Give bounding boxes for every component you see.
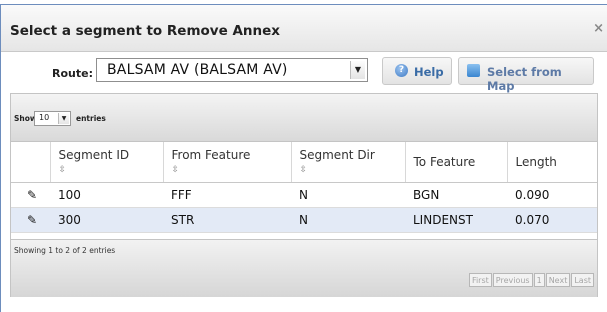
cell-length: 0.070: [507, 207, 597, 233]
pagination-last-button[interactable]: Last: [571, 273, 594, 287]
table-footer: Showing 1 to 2 of 2 entries First Previou…: [11, 239, 597, 297]
sort-icon[interactable]: ⇳: [172, 165, 291, 175]
cell-segment-id: 300: [50, 207, 163, 233]
column-header-edit: [11, 142, 51, 183]
entries-label: entries: [76, 114, 106, 123]
table-row[interactable]: ✎ 100 FFF N BGN 0.090: [11, 182, 597, 208]
segments-table: Segment ID ⇳ From Feature ⇳ Segment Dir ⇳ T…: [11, 142, 597, 233]
segments-table-container: Show 10 ▼ entries Segment ID ⇳ From Featu…: [10, 93, 598, 297]
column-header-label: Length: [515, 154, 557, 169]
page-length-value: 10: [39, 113, 50, 122]
select-from-map-button[interactable]: Select from Map: [458, 57, 594, 93]
column-header-segment-id[interactable]: Segment ID ⇳: [50, 142, 164, 183]
cell-to-feature: BGN: [405, 182, 507, 208]
help-button[interactable]: ? Help: [382, 57, 452, 85]
cell-segment-dir: N: [291, 207, 405, 233]
route-select-value: BALSAM AV (BALSAM AV): [107, 62, 288, 78]
close-icon[interactable]: ×: [593, 21, 604, 36]
table-info: Showing 1 to 2 of 2 entries: [14, 246, 116, 255]
table-header-row: Segment ID ⇳ From Feature ⇳ Segment Dir ⇳ T…: [11, 142, 597, 183]
cell-from-feature: STR: [163, 207, 291, 233]
column-header-to-feature[interactable]: To Feature: [405, 142, 508, 183]
dialog-title: Select a segment to Remove Annex: [10, 23, 280, 39]
column-header-label: From Feature: [171, 148, 251, 163]
pagination-page-1-button[interactable]: 1: [533, 273, 545, 287]
column-header-label: Segment ID: [58, 148, 130, 163]
pencil-icon[interactable]: ✎: [11, 207, 50, 233]
route-label: Route:: [52, 67, 93, 80]
route-select[interactable]: BALSAM AV (BALSAM AV) ▼: [96, 58, 368, 82]
pagination-next-button[interactable]: Next: [545, 273, 571, 287]
column-header-length[interactable]: Length: [507, 142, 597, 183]
pagination: First Previous 1 Next Last: [468, 273, 594, 287]
column-header-label: Segment Dir: [299, 148, 375, 163]
cell-segment-id: 100: [50, 182, 163, 208]
table-row[interactable]: ✎ 300 STR N LINDENST 0.070: [11, 207, 597, 233]
cell-length: 0.090: [507, 182, 597, 208]
pencil-icon[interactable]: ✎: [11, 182, 50, 208]
chevron-down-icon[interactable]: ▼: [350, 61, 365, 79]
table-toolbar: Show 10 ▼ entries: [11, 94, 597, 142]
cell-from-feature: FFF: [163, 182, 291, 208]
pagination-first-button[interactable]: First: [468, 273, 492, 287]
sort-icon[interactable]: ⇳: [300, 165, 405, 175]
sort-icon[interactable]: ⇳: [59, 165, 163, 175]
column-header-from-feature[interactable]: From Feature ⇳: [163, 142, 292, 183]
help-button-label: Help: [414, 65, 444, 79]
pagination-previous-button[interactable]: Previous: [492, 273, 533, 287]
chevron-down-icon[interactable]: ▼: [58, 113, 69, 124]
cell-to-feature: LINDENST: [405, 207, 507, 233]
select-from-map-label: Select from Map: [487, 65, 562, 93]
column-header-segment-dir[interactable]: Segment Dir ⇳: [291, 142, 406, 183]
column-header-label: To Feature: [413, 154, 476, 169]
page-length-select[interactable]: 10 ▼: [34, 111, 71, 126]
map-icon: [467, 64, 480, 77]
dialog-titlebar[interactable]: Select a segment to Remove Annex ×: [1, 5, 607, 52]
cell-segment-dir: N: [291, 182, 405, 208]
help-icon: ?: [395, 64, 408, 77]
